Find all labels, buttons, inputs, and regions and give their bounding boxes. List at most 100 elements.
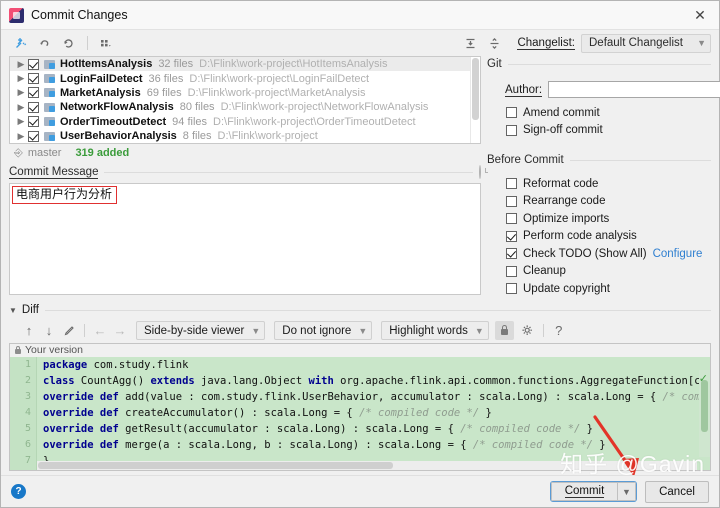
option-checkbox[interactable] [506,107,517,119]
option-label: Cleanup [523,265,566,278]
tree-rows: ▶ HotItemsAnalysis 32 files D:\Flink\work-p… [10,57,480,143]
file-tree-scrollbar[interactable] [470,57,480,143]
triangle-down-icon[interactable]: ▼ [9,306,17,315]
edit-source-icon[interactable] [59,322,79,340]
group-by-icon[interactable] [94,33,116,53]
diff-section-header[interactable]: ▼ Diff [9,303,711,318]
chevron-right-icon[interactable]: ▶ [15,59,27,70]
before-commit-option[interactable]: Cleanup [505,263,711,281]
table-row[interactable]: ▶ UserBehaviorAnalysis 8 files D:\Flink\wor… [10,129,480,143]
previous-file-icon[interactable]: ← [90,322,110,340]
lock-icon[interactable] [494,321,514,340]
file-name: HotItemsAnalysis [60,58,153,71]
table-row[interactable]: ▶ MarketAnalysis 69 files D:\Flink\work-pro… [10,86,480,100]
ignore-mode-select[interactable]: Do not ignore ▼ [274,321,373,340]
module-icon [44,59,56,70]
chevron-right-icon[interactable]: ▶ [15,73,27,84]
diff-code-viewer[interactable]: Your version 1 2 3 4 5 6 7 8 package com.study.… [9,342,711,471]
commit-button-group: Commit ▼ [550,481,637,502]
refresh-icon[interactable] [57,33,79,53]
diff-label: Diff [21,304,39,316]
author-field[interactable] [548,81,720,98]
option-checkbox[interactable] [506,178,517,190]
git-option[interactable]: Amend commit [505,104,711,122]
option-checkbox[interactable] [506,230,517,242]
history-clock-icon[interactable] [479,165,481,179]
line-number: 6 [24,438,31,450]
file-name: LoginFailDetect [60,72,143,85]
code-scroll-thumb[interactable] [701,379,708,432]
section-rule [569,159,711,161]
option-checkbox[interactable] [506,283,517,295]
configure-link[interactable]: Configure [653,248,703,260]
question-mark-icon[interactable]: ? [549,322,569,340]
before-commit-option[interactable]: Check TODO (Show All) Configure [505,245,711,263]
option-label: Reformat code [523,177,599,190]
before-commit-option[interactable]: Rearrange code [505,193,711,211]
file-checkbox[interactable] [28,101,39,113]
option-label: Check TODO (Show All) [523,247,647,260]
file-count: 69 files [146,86,182,99]
next-file-icon[interactable]: → [110,322,130,340]
chevron-right-icon[interactable]: ▶ [15,131,27,142]
section-rule [44,309,711,311]
previous-difference-icon[interactable]: ↑ [19,322,39,340]
code-horizontal-scrollbar[interactable] [37,460,697,470]
table-row[interactable]: ▶ LoginFailDetect 36 files D:\Flink\work-pr… [10,71,480,85]
chevron-right-icon[interactable]: ▶ [15,102,27,113]
viewer-mode-select[interactable]: Side-by-side viewer ▼ [136,321,266,340]
collapse-all-icon[interactable] [483,33,505,53]
help-icon[interactable]: ? [11,484,26,499]
highlight-mode-select[interactable]: Highlight words ▼ [381,321,489,340]
commit-changes-dialog: Commit Changes ✕ Changelist: Default Cha… [0,0,720,508]
before-commit-option[interactable]: Perform code analysis [505,228,711,246]
code-line: package com.study.flink [43,358,189,371]
commit-button[interactable]: Commit [551,482,617,501]
before-commit-option[interactable]: Update copyright [505,280,711,298]
table-row[interactable]: ▶ HotItemsAnalysis 32 files D:\Flink\work-p… [10,57,480,72]
file-count: 80 files [179,101,215,114]
file-path: D:\Flink\work-project\LoginFailDetect [189,72,370,85]
before-commit-option[interactable]: Optimize imports [505,210,711,228]
commit-message-input[interactable]: 电商用户行为分析 [9,183,481,295]
close-icon[interactable]: ✕ [687,4,713,26]
option-checkbox[interactable] [506,248,517,260]
code-area[interactable]: 1 2 3 4 5 6 7 8 package com.study.flink class Co… [10,356,710,470]
refresh-changes-icon[interactable] [9,33,31,53]
option-label: Rearrange code [523,195,606,208]
chevron-down-icon: ▼ [358,325,368,336]
rollback-icon[interactable] [33,33,55,53]
file-checkbox[interactable] [28,116,39,128]
file-checkbox[interactable] [28,130,39,142]
option-checkbox[interactable] [506,265,517,277]
option-checkbox[interactable] [506,213,517,225]
file-path: D:\Flink\work-project\NetworkFlowAnalysi… [220,101,429,114]
file-checkbox[interactable] [28,73,39,85]
next-difference-icon[interactable]: ↓ [39,322,59,340]
table-row[interactable]: ▶ OrderTimeoutDetect 94 files D:\Flink\work… [10,115,480,129]
git-option[interactable]: Sign-off commit [505,122,711,140]
code-hscroll-thumb[interactable] [38,461,393,469]
file-checkbox[interactable] [28,58,39,70]
file-count: 8 files [182,130,212,143]
changed-files-tree[interactable]: ▶ HotItemsAnalysis 32 files D:\Flink\work-p… [9,56,481,144]
chevron-down-icon: ▼ [474,325,484,336]
table-row[interactable]: ▶ NetworkFlowAnalysis 80 files D:\Flink\wor… [10,100,480,114]
expand-all-icon[interactable] [459,33,481,53]
green-check-icon: ✓ [698,372,708,385]
option-checkbox[interactable] [506,195,517,207]
file-checkbox[interactable] [28,87,39,99]
file-name: OrderTimeoutDetect [60,115,167,128]
before-commit-option[interactable]: Reformat code [505,175,711,193]
chevron-right-icon[interactable]: ▶ [15,116,27,127]
changelist-select[interactable]: Default Changelist ▼ [581,33,711,53]
option-checkbox[interactable] [506,124,517,136]
file-tree-scroll-thumb[interactable] [472,58,479,120]
chevron-down-icon[interactable]: ▼ [617,482,636,501]
dialog-footer: ? Commit ▼ Cancel [1,475,719,507]
author-row: Author: [505,81,720,98]
gear-icon[interactable] [518,322,538,340]
chevron-right-icon[interactable]: ▶ [15,87,27,98]
diff-toolbar-divider [84,324,85,337]
cancel-button[interactable]: Cancel [645,480,709,503]
